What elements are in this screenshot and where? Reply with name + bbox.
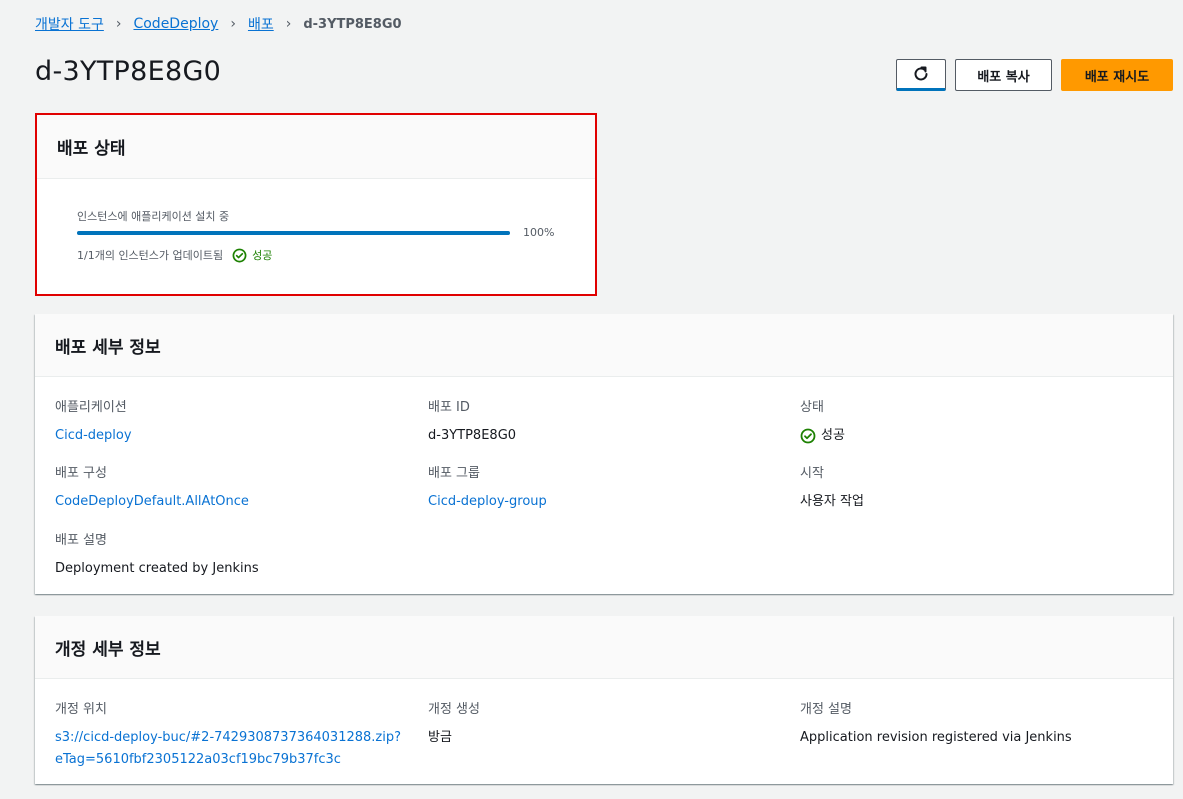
field-start: 시작 사용자 작업 [800,462,864,513]
field-label: 개정 생성 [428,702,480,717]
field-deployment-group: 배포 그룹 Cicd-deploy-group [428,462,547,513]
chevron-right-icon: › [285,16,292,32]
field-label: 배포 그룹 [428,466,480,481]
field-label: 개정 설명 [800,702,852,717]
field-deployment-id: 배포 ID d-3YTP8E8G0 [428,396,516,447]
check-circle-icon [800,428,816,444]
breadcrumb-current: d-3YTP8E8G0 [303,16,402,32]
header-actions: 배포 복사 배포 재시도 [896,59,1173,91]
chevron-right-icon: › [230,16,236,32]
panel-title: 개정 세부 정보 [35,616,1173,679]
revision-location-line1: s3://cicd-deploy-buc/#2-7429308737364031… [55,730,401,745]
revision-description-value: Application revision registered via Jenk… [800,730,1072,745]
instances-updated-text: 1/1개의 인스턴스가 업데이트됨 [77,249,224,262]
progress-label: 인스턴스에 애플리케이션 설치 중 [77,210,230,223]
field-label: 배포 설명 [55,533,107,548]
revision-location-line2: eTag=5610fbf2305122a03cf19bc79b37fc3c [55,752,341,767]
field-revision-location: 개정 위치 s3://cicd-deploy-buc/#2-7429308737… [55,698,401,771]
refresh-button[interactable] [896,59,946,91]
field-revision-created: 개정 생성 방금 [428,698,480,749]
field-revision-description: 개정 설명 Application revision registered vi… [800,698,1072,749]
revision-details-panel: 개정 세부 정보 개정 위치 s3://cicd-deploy-buc/#2-7… [35,616,1173,784]
status-badge-text: 성공 [252,249,273,262]
refresh-icon [914,66,928,81]
revision-created-value: 방금 [428,730,452,745]
start-value: 사용자 작업 [800,494,864,509]
page-title: d-3YTP8E8G0 [35,56,222,87]
field-label: 시작 [800,466,824,481]
field-label: 상태 [800,400,824,415]
progress-bar-fill [77,231,510,235]
copy-deployment-button[interactable]: 배포 복사 [955,59,1052,91]
breadcrumb-link-deployments[interactable]: 배포 [248,14,274,34]
field-label: 애플리케이션 [55,400,127,415]
field-deployment-description: 배포 설명 Deployment created by Jenkins [55,529,259,580]
status-badge: 성공 [232,247,272,263]
state-value: 성공 [800,425,845,447]
application-link[interactable]: Cicd-deploy [55,425,132,447]
check-circle-icon [232,248,247,262]
breadcrumb: 개발자 도구 › CodeDeploy › 배포 › d-3YTP8E8G0 [35,14,402,34]
chevron-right-icon: › [115,16,122,32]
breadcrumb-link-codedeploy[interactable]: CodeDeploy [133,16,218,32]
revision-location-link[interactable]: s3://cicd-deploy-buc/#2-7429308737364031… [55,727,401,771]
deployment-id-value: d-3YTP8E8G0 [428,428,517,443]
deployment-details-panel: 배포 세부 정보 애플리케이션 Cicd-deploy 배포 ID d-3YTP… [35,314,1173,594]
field-label: 배포 ID [428,400,470,415]
field-application: 애플리케이션 Cicd-deploy [55,396,132,447]
deployment-status-panel: 배포 상태 인스턴스에 애플리케이션 설치 중 100% 1/1개의 인스턴스가… [35,113,597,296]
progress-percent: 100% [523,226,555,239]
field-deployment-config: 배포 구성 CodeDeployDefault.AllAtOnce [55,462,249,513]
state-value-text: 성공 [821,428,845,443]
progress-bar [77,231,510,235]
field-state: 상태 성공 [800,396,845,448]
field-label: 개정 위치 [55,702,107,717]
panel-title: 배포 상태 [37,115,595,179]
deployment-group-link[interactable]: Cicd-deploy-group [428,491,547,513]
instances-updated: 1/1개의 인스턴스가 업데이트됨 성공 [77,247,272,263]
deployment-config-link[interactable]: CodeDeployDefault.AllAtOnce [55,491,249,513]
field-label: 배포 구성 [55,466,107,481]
retry-deployment-button[interactable]: 배포 재시도 [1061,59,1173,91]
breadcrumb-link-developer-tools[interactable]: 개발자 도구 [35,14,104,34]
deployment-description-value: Deployment created by Jenkins [55,561,259,576]
panel-title: 배포 세부 정보 [35,314,1173,377]
